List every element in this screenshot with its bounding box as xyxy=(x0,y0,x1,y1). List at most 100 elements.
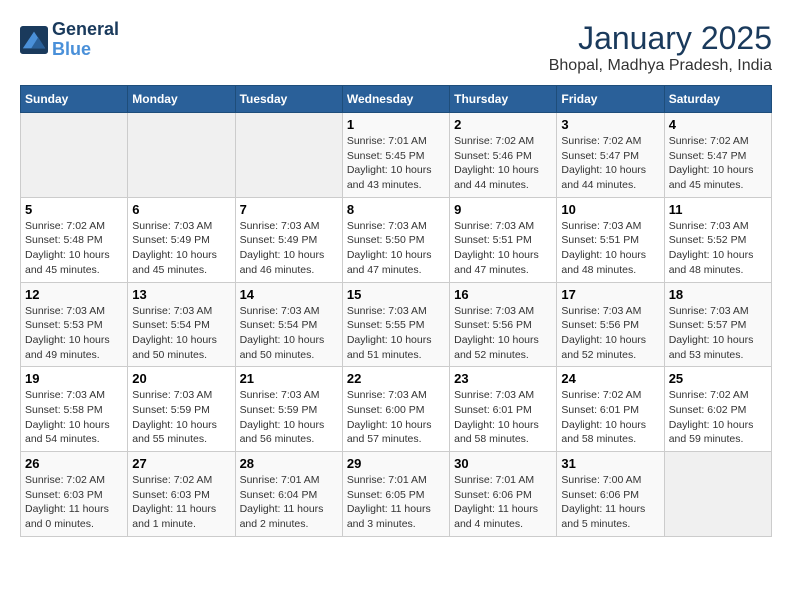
day-info: Sunrise: 7:03 AMSunset: 5:58 PMDaylight:… xyxy=(25,388,123,447)
day-info: Sunrise: 7:03 AMSunset: 5:53 PMDaylight:… xyxy=(25,304,123,363)
calendar-day: 26 Sunrise: 7:02 AMSunset: 6:03 PMDayligh… xyxy=(21,452,128,537)
calendar-day: 22 Sunrise: 7:03 AMSunset: 6:00 PMDayligh… xyxy=(342,367,449,452)
day-info: Sunrise: 7:01 AMSunset: 6:04 PMDaylight:… xyxy=(240,473,338,532)
day-number: 14 xyxy=(240,287,338,302)
day-info: Sunrise: 7:00 AMSunset: 6:06 PMDaylight:… xyxy=(561,473,659,532)
calendar-week-row: 5 Sunrise: 7:02 AMSunset: 5:48 PMDaylight… xyxy=(21,197,772,282)
calendar-day: 10 Sunrise: 7:03 AMSunset: 5:51 PMDayligh… xyxy=(557,197,664,282)
day-info: Sunrise: 7:03 AMSunset: 5:59 PMDaylight:… xyxy=(132,388,230,447)
day-info: Sunrise: 7:02 AMSunset: 5:48 PMDaylight:… xyxy=(25,219,123,278)
logo-line2: Blue xyxy=(52,40,119,60)
day-number: 31 xyxy=(561,456,659,471)
calendar-day: 17 Sunrise: 7:03 AMSunset: 5:56 PMDayligh… xyxy=(557,282,664,367)
logo: General Blue xyxy=(20,20,119,60)
day-info: Sunrise: 7:02 AMSunset: 5:47 PMDaylight:… xyxy=(669,134,767,193)
calendar-week-row: 12 Sunrise: 7:03 AMSunset: 5:53 PMDayligh… xyxy=(21,282,772,367)
day-number: 6 xyxy=(132,202,230,217)
calendar-day: 5 Sunrise: 7:02 AMSunset: 5:48 PMDaylight… xyxy=(21,197,128,282)
day-number: 26 xyxy=(25,456,123,471)
calendar-day: 7 Sunrise: 7:03 AMSunset: 5:49 PMDaylight… xyxy=(235,197,342,282)
day-number: 17 xyxy=(561,287,659,302)
calendar-day: 29 Sunrise: 7:01 AMSunset: 6:05 PMDayligh… xyxy=(342,452,449,537)
day-info: Sunrise: 7:02 AMSunset: 6:03 PMDaylight:… xyxy=(132,473,230,532)
calendar-day: 11 Sunrise: 7:03 AMSunset: 5:52 PMDayligh… xyxy=(664,197,771,282)
day-number: 23 xyxy=(454,371,552,386)
calendar-day: 13Sunrise: 7:03 AMSunset: 5:54 PMDayligh… xyxy=(128,282,235,367)
day-number: 3 xyxy=(561,117,659,132)
day-info: Sunrise: 7:03 AMSunset: 5:56 PMDaylight:… xyxy=(561,304,659,363)
day-number: 5 xyxy=(25,202,123,217)
day-number: 12 xyxy=(25,287,123,302)
day-number: 18 xyxy=(669,287,767,302)
day-info: Sunrise: 7:03 AMSunset: 5:56 PMDaylight:… xyxy=(454,304,552,363)
calendar-day: 27 Sunrise: 7:02 AMSunset: 6:03 PMDayligh… xyxy=(128,452,235,537)
calendar-day: 9 Sunrise: 7:03 AMSunset: 5:51 PMDaylight… xyxy=(450,197,557,282)
day-number: 11 xyxy=(669,202,767,217)
weekday-header: Monday xyxy=(128,86,235,113)
location-subtitle: Bhopal, Madhya Pradesh, India xyxy=(549,57,772,75)
calendar-day: 3 Sunrise: 7:02 AMSunset: 5:47 PMDaylight… xyxy=(557,113,664,198)
day-number: 7 xyxy=(240,202,338,217)
calendar-day: 6 Sunrise: 7:03 AMSunset: 5:49 PMDaylight… xyxy=(128,197,235,282)
calendar-day: 28 Sunrise: 7:01 AMSunset: 6:04 PMDayligh… xyxy=(235,452,342,537)
day-info: Sunrise: 7:03 AMSunset: 6:00 PMDaylight:… xyxy=(347,388,445,447)
calendar-day: 30 Sunrise: 7:01 AMSunset: 6:06 PMDayligh… xyxy=(450,452,557,537)
day-number: 30 xyxy=(454,456,552,471)
day-info: Sunrise: 7:01 AMSunset: 6:05 PMDaylight:… xyxy=(347,473,445,532)
calendar-day: 19 Sunrise: 7:03 AMSunset: 5:58 PMDayligh… xyxy=(21,367,128,452)
day-info: Sunrise: 7:03 AMSunset: 5:55 PMDaylight:… xyxy=(347,304,445,363)
calendar-week-row: 19 Sunrise: 7:03 AMSunset: 5:58 PMDayligh… xyxy=(21,367,772,452)
calendar-day: 18Sunrise: 7:03 AMSunset: 5:57 PMDayligh… xyxy=(664,282,771,367)
calendar-day: 4 Sunrise: 7:02 AMSunset: 5:47 PMDaylight… xyxy=(664,113,771,198)
day-number: 9 xyxy=(454,202,552,217)
day-number: 20 xyxy=(132,371,230,386)
calendar-day: 25Sunrise: 7:02 AMSunset: 6:02 PMDayligh… xyxy=(664,367,771,452)
calendar-day: 20 Sunrise: 7:03 AMSunset: 5:59 PMDayligh… xyxy=(128,367,235,452)
day-info: Sunrise: 7:02 AMSunset: 5:47 PMDaylight:… xyxy=(561,134,659,193)
weekday-header: Tuesday xyxy=(235,86,342,113)
day-info: Sunrise: 7:02 AMSunset: 6:03 PMDaylight:… xyxy=(25,473,123,532)
day-info: Sunrise: 7:03 AMSunset: 5:49 PMDaylight:… xyxy=(240,219,338,278)
calendar-day xyxy=(235,113,342,198)
calendar-day: 31 Sunrise: 7:00 AMSunset: 6:06 PMDayligh… xyxy=(557,452,664,537)
day-number: 10 xyxy=(561,202,659,217)
weekday-header: Saturday xyxy=(664,86,771,113)
calendar-day: 21Sunrise: 7:03 AMSunset: 5:59 PMDayligh… xyxy=(235,367,342,452)
day-info: Sunrise: 7:03 AMSunset: 5:49 PMDaylight:… xyxy=(132,219,230,278)
calendar-day xyxy=(128,113,235,198)
calendar-day: 2 Sunrise: 7:02 AMSunset: 5:46 PMDaylight… xyxy=(450,113,557,198)
day-number: 29 xyxy=(347,456,445,471)
day-number: 24 xyxy=(561,371,659,386)
day-number: 15 xyxy=(347,287,445,302)
day-number: 16 xyxy=(454,287,552,302)
calendar-day: 16 Sunrise: 7:03 AMSunset: 5:56 PMDayligh… xyxy=(450,282,557,367)
calendar-day: 14 Sunrise: 7:03 AMSunset: 5:54 PMDayligh… xyxy=(235,282,342,367)
day-info: Sunrise: 7:02 AMSunset: 6:01 PMDaylight:… xyxy=(561,388,659,447)
weekday-header: Sunday xyxy=(21,86,128,113)
logo-line1: General xyxy=(52,20,119,40)
day-number: 4 xyxy=(669,117,767,132)
day-number: 27 xyxy=(132,456,230,471)
day-number: 22 xyxy=(347,371,445,386)
day-info: Sunrise: 7:03 AMSunset: 6:01 PMDaylight:… xyxy=(454,388,552,447)
day-number: 2 xyxy=(454,117,552,132)
calendar-day: 1Sunrise: 7:01 AMSunset: 5:45 PMDaylight… xyxy=(342,113,449,198)
day-info: Sunrise: 7:01 AMSunset: 6:06 PMDaylight:… xyxy=(454,473,552,532)
page-header: General Blue January 2025 Bhopal, Madhya… xyxy=(20,20,772,75)
calendar-week-row: 1Sunrise: 7:01 AMSunset: 5:45 PMDaylight… xyxy=(21,113,772,198)
day-number: 19 xyxy=(25,371,123,386)
calendar-day xyxy=(21,113,128,198)
day-info: Sunrise: 7:02 AMSunset: 5:46 PMDaylight:… xyxy=(454,134,552,193)
day-number: 28 xyxy=(240,456,338,471)
day-info: Sunrise: 7:03 AMSunset: 5:51 PMDaylight:… xyxy=(454,219,552,278)
day-info: Sunrise: 7:01 AMSunset: 5:45 PMDaylight:… xyxy=(347,134,445,193)
month-title: January 2025 xyxy=(549,20,772,57)
day-info: Sunrise: 7:03 AMSunset: 5:52 PMDaylight:… xyxy=(669,219,767,278)
day-info: Sunrise: 7:03 AMSunset: 5:54 PMDaylight:… xyxy=(240,304,338,363)
calendar-table: SundayMondayTuesdayWednesdayThursdayFrid… xyxy=(20,85,772,537)
header-row: SundayMondayTuesdayWednesdayThursdayFrid… xyxy=(21,86,772,113)
day-info: Sunrise: 7:02 AMSunset: 6:02 PMDaylight:… xyxy=(669,388,767,447)
day-info: Sunrise: 7:03 AMSunset: 5:51 PMDaylight:… xyxy=(561,219,659,278)
calendar-day: 23 Sunrise: 7:03 AMSunset: 6:01 PMDayligh… xyxy=(450,367,557,452)
calendar-day: 24 Sunrise: 7:02 AMSunset: 6:01 PMDayligh… xyxy=(557,367,664,452)
